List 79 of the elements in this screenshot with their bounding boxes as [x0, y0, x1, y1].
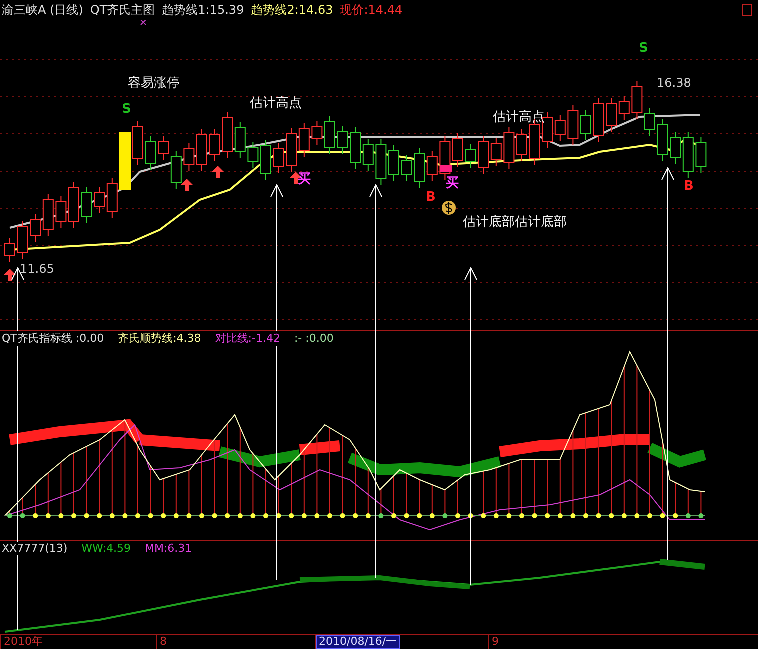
candle	[350, 126, 362, 170]
candle	[670, 132, 682, 164]
legend-label: QT齐氏指标线 :0.00	[2, 331, 104, 346]
price-label: 11.65	[20, 262, 54, 276]
candle	[4, 238, 16, 262]
header-label: 趋势线1:15.39	[162, 2, 244, 18]
legend-label: WW:4.59	[82, 542, 131, 555]
signal-marker: B	[684, 179, 694, 194]
candle	[478, 136, 490, 174]
candle	[184, 142, 195, 172]
legend-label: XX7777(13)	[2, 542, 68, 555]
candle	[196, 128, 208, 172]
chart-annotation: 估计高点	[250, 96, 302, 111]
candle	[593, 98, 604, 142]
signal-marker: S	[639, 41, 648, 56]
price-label: 16.38	[657, 76, 692, 90]
signal-marker: 买	[446, 176, 459, 191]
candle	[401, 154, 412, 182]
chart-annotation: 估计底部估计底部	[463, 215, 567, 230]
candle	[324, 116, 336, 154]
candle	[696, 136, 707, 174]
candle	[388, 144, 400, 182]
candle	[222, 112, 234, 158]
window-box-icon[interactable]	[742, 4, 752, 16]
candle	[234, 122, 246, 158]
candle	[119, 132, 132, 190]
chart-annotation: 估计高点	[493, 110, 545, 125]
indicator-band	[660, 559, 706, 570]
date-label: 2010/08/16/一	[316, 635, 400, 649]
candle	[568, 104, 579, 146]
header-label: 渝三峡A (日线)	[2, 2, 84, 18]
candle	[312, 120, 323, 146]
header-label: QT齐氏主图	[90, 2, 156, 18]
candle	[465, 144, 476, 168]
candle	[580, 110, 592, 140]
legend-label: MM:6.31	[144, 542, 192, 555]
up-arrow-icon	[4, 269, 16, 281]
candle	[273, 142, 284, 174]
cross-mark-icon	[140, 20, 146, 26]
header-label: 现价:14.44	[340, 2, 403, 18]
candle	[632, 80, 643, 120]
candle	[298, 122, 310, 158]
date-label: 9	[491, 635, 500, 649]
up-arrow-icon	[181, 179, 193, 191]
legend-label: 齐氏顺势线:4.38	[118, 331, 202, 346]
candle	[516, 128, 528, 162]
candle	[376, 138, 387, 186]
candle	[145, 136, 156, 170]
candle	[132, 120, 144, 166]
candle	[337, 126, 348, 154]
candle	[81, 186, 92, 224]
up-arrow-icon	[212, 166, 224, 178]
candle	[286, 128, 298, 172]
candle	[490, 138, 502, 166]
legend-label: 对比线:-1.42	[215, 331, 280, 346]
candle	[606, 98, 618, 132]
chart-annotation: 容易涨停	[128, 76, 180, 91]
header-label: 趋势线2:14.63	[251, 2, 334, 18]
candle	[504, 126, 515, 170]
candle	[644, 108, 656, 136]
candle	[426, 150, 438, 182]
candle	[209, 128, 220, 162]
legend-label: :- :0.00	[294, 332, 334, 345]
date-label: 8	[159, 635, 168, 649]
candle	[260, 140, 272, 180]
candle	[248, 142, 259, 168]
candle	[618, 96, 630, 120]
candle	[682, 132, 694, 178]
candle	[657, 118, 668, 162]
date-label: 2010年	[3, 635, 44, 649]
signal-marker: B	[426, 190, 436, 205]
candle	[554, 114, 566, 142]
candle	[56, 196, 67, 228]
signal-marker: S	[122, 102, 132, 117]
candle	[17, 220, 28, 260]
candle	[362, 138, 374, 172]
signal-marker: 买	[298, 172, 311, 187]
candle	[414, 148, 426, 188]
candle	[68, 182, 80, 228]
